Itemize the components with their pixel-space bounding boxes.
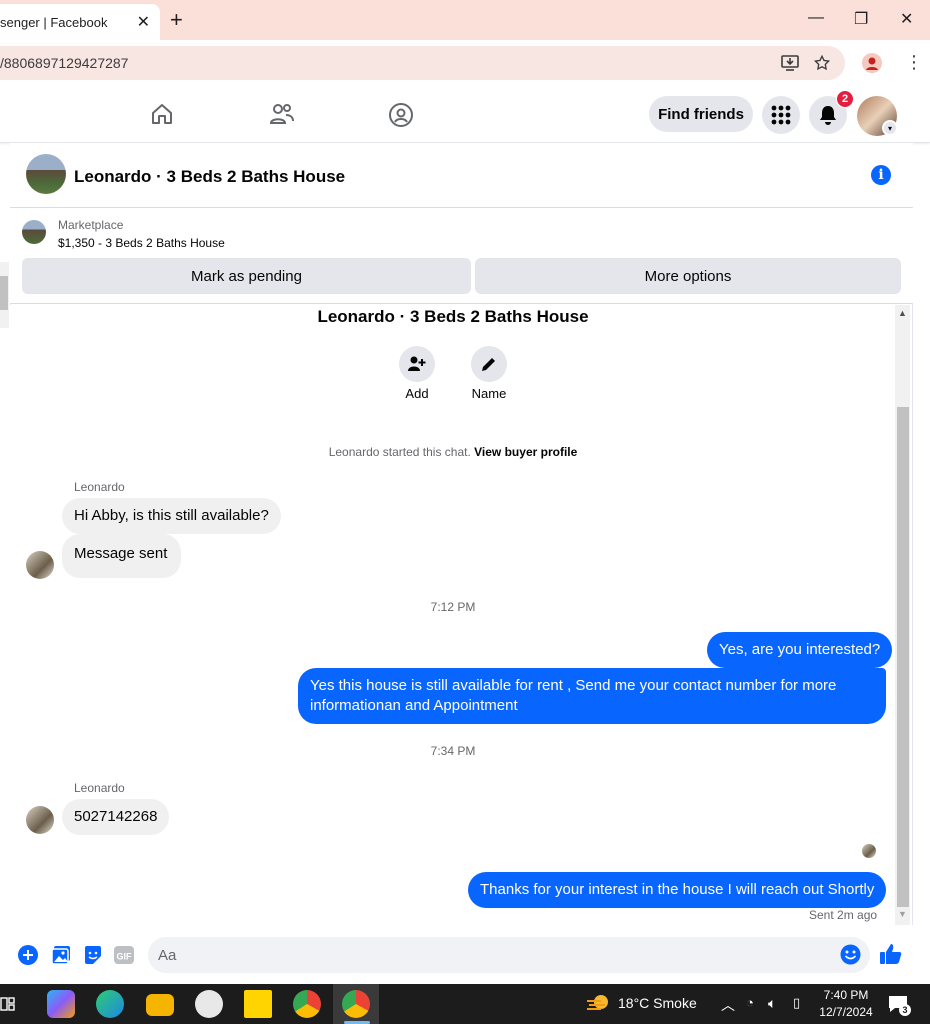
grid-menu-icon — [771, 105, 791, 125]
home-icon[interactable] — [150, 102, 174, 126]
scroll-down-arrow-icon[interactable]: ▼ — [898, 909, 907, 919]
add-label: Add — [405, 386, 429, 401]
listing-name[interactable]: $1,350 - 3 Beds 2 Baths House — [58, 236, 225, 250]
find-friends-button[interactable]: Find friends — [649, 96, 753, 132]
notification-count-badge: 3 — [899, 1004, 911, 1016]
timestamp: 7:12 PM — [430, 600, 476, 614]
outgoing-message[interactable]: Thanks for your interest in the house I … — [468, 872, 887, 908]
message-input[interactable] — [148, 937, 870, 973]
incoming-message[interactable]: Hi Abby, is this still available? — [62, 498, 281, 534]
browser-tab[interactable]: senger | Facebook ✕ — [0, 4, 160, 40]
name-label: Name — [471, 386, 507, 401]
sticker-icon[interactable] — [83, 945, 103, 965]
browser-menu-icon[interactable]: ⋮ — [905, 52, 923, 73]
weather-text[interactable]: 18°C Smoke — [618, 995, 697, 1011]
friends-icon[interactable] — [269, 102, 295, 126]
tab-close-icon[interactable]: ✕ — [137, 12, 150, 32]
side-scrollbar-thumb[interactable] — [0, 276, 8, 310]
url-text: /8806897129427287 — [0, 55, 129, 71]
notification-badge: 2 — [836, 90, 854, 108]
chat-started-notice: Leonardo started this chat. View buyer p… — [0, 445, 906, 459]
sticky-notes-icon[interactable] — [244, 990, 272, 1018]
account-chevron-icon[interactable]: ▾ — [882, 120, 898, 136]
copilot-app-icon[interactable] — [47, 990, 75, 1018]
thread-avatar[interactable] — [26, 154, 66, 194]
window-close-icon[interactable]: ✕ — [900, 9, 913, 29]
listing-thumbnail[interactable] — [22, 220, 46, 244]
outgoing-message[interactable]: Yes, are you interested? — [707, 632, 893, 668]
message-scrollbar-thumb[interactable] — [897, 407, 909, 907]
chevron-up-icon[interactable]: ︿ — [721, 995, 735, 1015]
chrome-app-icon[interactable] — [293, 990, 321, 1018]
pencil-icon — [482, 358, 495, 371]
incoming-message[interactable]: 5027142268 — [62, 799, 170, 835]
install-app-icon[interactable] — [780, 54, 800, 72]
add-people-button[interactable] — [399, 346, 435, 382]
battery-icon[interactable]: ▯ — [793, 995, 800, 1011]
emoji-icon[interactable] — [840, 944, 861, 965]
clock-time[interactable]: 7:40 PM — [820, 988, 872, 1002]
bell-icon — [820, 106, 836, 125]
chrome-active-app-icon[interactable] — [342, 990, 370, 1018]
sender-name: Leonardo — [74, 781, 125, 795]
new-tab-icon[interactable]: + — [170, 7, 183, 33]
incoming-message[interactable]: Message sent — [62, 534, 182, 578]
photo-icon[interactable] — [51, 945, 71, 965]
weather-haze-icon[interactable] — [585, 993, 611, 1015]
more-options-button[interactable]: More options — [475, 258, 901, 294]
clock-date[interactable]: 12/7/2024 — [816, 1005, 876, 1019]
paint-app-icon[interactable] — [195, 990, 223, 1018]
view-buyer-profile-link[interactable]: View buyer profile — [474, 445, 577, 459]
tab-title: senger | Facebook — [0, 14, 108, 30]
os-taskbar: 18°C Smoke ︿ ◔ 🔈︎ ▯ 7:40 PM 12/7/2024 3 — [0, 984, 930, 1024]
conversation-title: Leonardo · 3 Beds 2 Baths House — [317, 307, 589, 326]
volume-icon[interactable]: 🔈︎ — [768, 995, 776, 1012]
plus-circle-icon[interactable] — [18, 945, 38, 965]
sender-name: Leonardo — [74, 480, 125, 494]
browser-toolbar: /8806897129427287 ⋮ — [0, 40, 930, 86]
network-icon[interactable]: ◔ — [746, 995, 754, 1010]
marketplace-listing-bar: Marketplace $1,350 - 3 Beds 2 Baths Hous… — [10, 208, 913, 304]
add-person-icon — [408, 356, 426, 371]
chat-header: Leonardo · 3 Beds 2 Baths House i — [10, 143, 913, 208]
menu-grid-button[interactable] — [762, 96, 800, 134]
browser-titlebar: senger | Facebook ✕ + — ❐ ✕ — [0, 0, 930, 40]
svg-text:GIF: GIF — [117, 952, 133, 962]
listing-category: Marketplace — [58, 218, 124, 232]
browser-profile-icon[interactable] — [862, 53, 882, 73]
name-chat-button[interactable] — [471, 346, 507, 382]
restore-icon[interactable]: ❐ — [854, 9, 868, 29]
info-icon[interactable]: i — [871, 165, 891, 185]
gif-icon[interactable]: GIF — [114, 945, 134, 965]
groups-icon[interactable] — [388, 102, 414, 128]
file-explorer-icon[interactable] — [146, 994, 174, 1016]
task-view-icon[interactable] — [0, 996, 16, 1012]
thumbs-up-icon[interactable] — [879, 942, 903, 966]
edge-app-icon[interactable] — [96, 990, 124, 1018]
leonardo-avatar[interactable] — [26, 806, 54, 834]
bookmark-star-icon[interactable] — [813, 54, 831, 72]
minimize-icon[interactable]: — — [808, 9, 824, 27]
mark-as-pending-button[interactable]: Mark as pending — [22, 258, 471, 294]
address-bar[interactable]: /8806897129427287 — [0, 46, 845, 80]
leonardo-avatar[interactable] — [26, 551, 54, 579]
started-text: Leonardo started this chat. — [328, 445, 471, 459]
seen-indicator-avatar — [862, 844, 876, 858]
thread-title[interactable]: Leonardo · 3 Beds 2 Baths House — [74, 167, 345, 187]
facebook-topnav: Find friends ▾ — [0, 86, 930, 143]
timestamp: 7:34 PM — [430, 744, 476, 758]
sent-status: Sent 2m ago — [809, 908, 878, 922]
outgoing-message[interactable]: Yes this house is still available for re… — [298, 668, 886, 724]
